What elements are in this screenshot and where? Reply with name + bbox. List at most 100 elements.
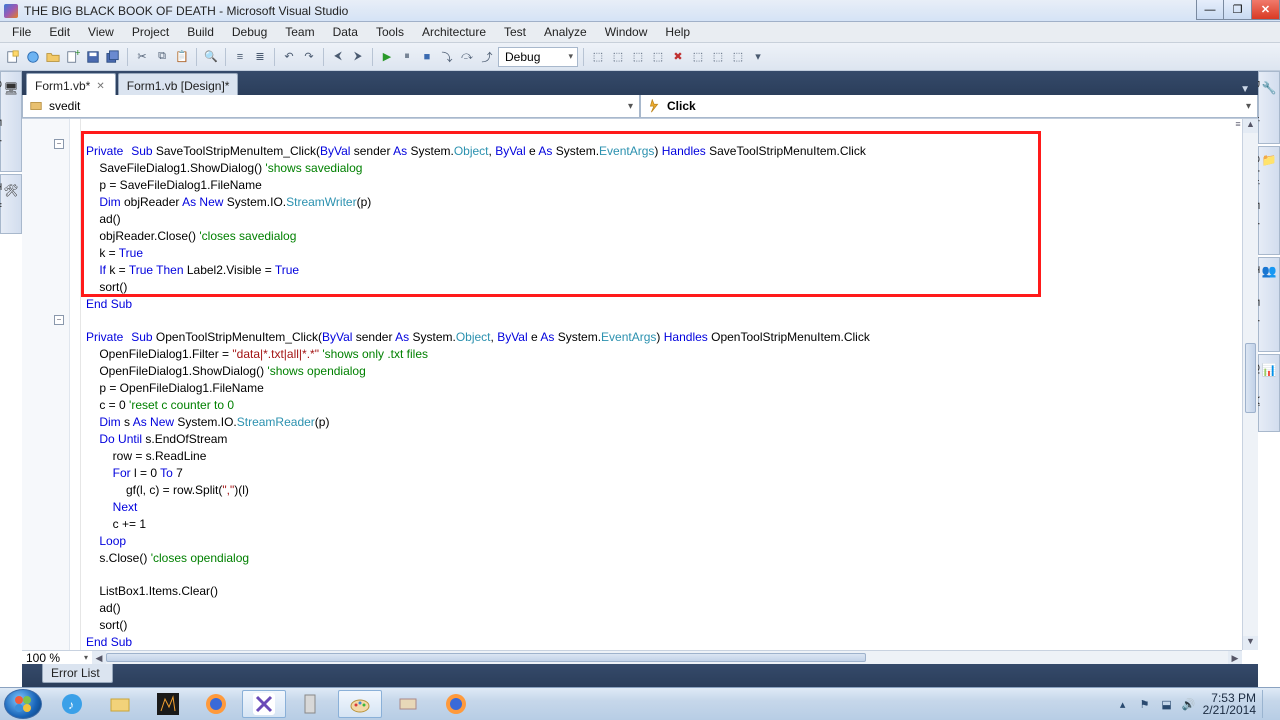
cut-button[interactable]: ✂ <box>133 48 151 66</box>
toolbar-separator <box>274 48 275 66</box>
nav-back-button[interactable]: ⮜ <box>329 48 347 66</box>
menu-help[interactable]: Help <box>657 23 698 41</box>
menu-analyze[interactable]: Analyze <box>536 23 595 41</box>
vscroll-thumb[interactable] <box>1245 343 1256 413</box>
scroll-left-icon[interactable]: ◀ <box>92 651 106 664</box>
menu-debug[interactable]: Debug <box>224 23 275 41</box>
toolbar-separator <box>196 48 197 66</box>
tray-flag-icon[interactable]: ⚑ <box>1137 696 1153 712</box>
copy-button[interactable]: ⧉ <box>153 48 171 66</box>
tray-clock[interactable]: 7:53 PM 2/21/2014 <box>1203 692 1256 716</box>
toolbar: + ✂ ⧉ 📋 🔍 ≡ ≣ ↶ ↷ ⮜ ⮞ ▶ ⏸ ■ ⤵ ⤼ ⤴ Debug … <box>0 43 1280 71</box>
taskbar-app2-icon[interactable] <box>290 690 334 718</box>
tool-button-1[interactable]: ⬚ <box>589 48 607 66</box>
server-explorer-tab[interactable]: 🖥Server Explorer <box>0 71 22 172</box>
config-label: Debug <box>505 50 540 64</box>
taskbar-firefox2-icon[interactable] <box>434 690 478 718</box>
tool-button-3[interactable]: ⬚ <box>629 48 647 66</box>
classview-icon: 📊 <box>1262 363 1276 377</box>
tool-button-7[interactable]: ⬚ <box>709 48 727 66</box>
save-button[interactable] <box>84 48 102 66</box>
taskbar-app1-icon[interactable] <box>146 690 190 718</box>
undo-button[interactable]: ↶ <box>280 48 298 66</box>
toolbox-tab[interactable]: 🛠Toolbox <box>0 174 22 233</box>
tab-close-icon[interactable]: ✕ <box>94 81 106 92</box>
tool-button-5[interactable]: ✖ <box>669 48 687 66</box>
menu-tools[interactable]: Tools <box>368 23 412 41</box>
open-file-button[interactable] <box>44 48 62 66</box>
uncomment-button[interactable]: ≣ <box>251 48 269 66</box>
show-desktop-button[interactable] <box>1262 690 1270 718</box>
menu-edit[interactable]: Edit <box>41 23 78 41</box>
tab-form1-design[interactable]: Form1.vb [Design]* <box>118 73 239 95</box>
menu-view[interactable]: View <box>80 23 122 41</box>
outline-collapse-icon[interactable]: − <box>54 315 64 325</box>
member-dropdown[interactable]: Click <box>640 95 1258 118</box>
tabs-dropdown-icon[interactable]: ▼ <box>1232 84 1258 95</box>
start-debug-button[interactable]: ▶ <box>378 48 396 66</box>
error-list-tab[interactable]: Error List <box>42 664 113 683</box>
code-editor[interactable]: − − ≡ Private Sub SaveToolStripMenuItem_… <box>22 119 1258 664</box>
tray-network-icon[interactable]: ⬓ <box>1159 696 1175 712</box>
taskbar-app3-icon[interactable] <box>386 690 430 718</box>
team-explorer-tab[interactable]: 👥Team Explorer <box>1258 257 1280 352</box>
redo-button[interactable]: ↷ <box>300 48 318 66</box>
step-out-button[interactable]: ⤴ <box>478 48 496 66</box>
menu-build[interactable]: Build <box>179 23 222 41</box>
tool-button-6[interactable]: ⬚ <box>689 48 707 66</box>
menu-test[interactable]: Test <box>496 23 534 41</box>
solution-explorer-tab[interactable]: 📁Solution Explorer <box>1258 146 1280 255</box>
new-website-button[interactable] <box>24 48 42 66</box>
pause-debug-button[interactable]: ⏸ <box>398 48 416 66</box>
menu-project[interactable]: Project <box>124 23 177 41</box>
class-icon <box>29 99 43 113</box>
new-project-button[interactable] <box>4 48 22 66</box>
hscroll-thumb[interactable] <box>106 653 866 662</box>
tool-button-8[interactable]: ⬚ <box>729 48 747 66</box>
menu-file[interactable]: File <box>4 23 39 41</box>
scroll-right-icon[interactable]: ▶ <box>1228 651 1242 664</box>
toolbar-overflow[interactable]: ▾ <box>749 48 767 66</box>
taskbar-firefox-icon[interactable] <box>194 690 238 718</box>
menu-data[interactable]: Data <box>325 23 366 41</box>
save-all-button[interactable] <box>104 48 122 66</box>
vertical-scrollbar[interactable]: ▲ ▼ <box>1242 119 1258 650</box>
toolbox-icon: 🛠 <box>4 183 18 197</box>
step-over-button[interactable]: ⤼ <box>458 48 476 66</box>
horizontal-scrollbar[interactable]: ◀ ▶ <box>92 650 1242 664</box>
close-button[interactable]: ✕ <box>1252 0 1280 20</box>
taskbar-paint-icon[interactable] <box>338 690 382 718</box>
class-dropdown[interactable]: svedit <box>22 95 640 118</box>
solution-config-dropdown[interactable]: Debug <box>498 47 578 67</box>
properties-tab[interactable]: 🔧Properties <box>1258 71 1280 144</box>
taskbar-explorer-icon[interactable] <box>98 690 142 718</box>
tool-button-2[interactable]: ⬚ <box>609 48 627 66</box>
maximize-button[interactable]: ❐ <box>1224 0 1252 20</box>
step-into-button[interactable]: ⤵ <box>438 48 456 66</box>
menu-window[interactable]: Window <box>597 23 656 41</box>
tray-volume-icon[interactable]: 🔊 <box>1181 696 1197 712</box>
add-item-button[interactable]: + <box>64 48 82 66</box>
outline-collapse-icon[interactable]: − <box>54 139 64 149</box>
find-button[interactable]: 🔍 <box>202 48 220 66</box>
paste-button[interactable]: 📋 <box>173 48 191 66</box>
tool-button-4[interactable]: ⬚ <box>649 48 667 66</box>
taskbar-visualstudio-icon[interactable] <box>242 690 286 718</box>
comment-button[interactable]: ≡ <box>231 48 249 66</box>
tab-form1-vb[interactable]: Form1.vb*✕ <box>26 73 116 95</box>
minimize-button[interactable]: — <box>1196 0 1224 20</box>
start-button[interactable] <box>4 689 42 719</box>
svg-text:♪: ♪ <box>68 698 74 712</box>
scroll-down-icon[interactable]: ▼ <box>1243 636 1258 650</box>
zoom-dropdown[interactable]: 100 % <box>22 650 92 664</box>
tab-label: Form1.vb [Design]* <box>127 79 230 93</box>
class-view-tab[interactable]: 📊Class View <box>1258 354 1280 431</box>
menu-architecture[interactable]: Architecture <box>414 23 494 41</box>
stop-debug-button[interactable]: ■ <box>418 48 436 66</box>
nav-fwd-button[interactable]: ⮞ <box>349 48 367 66</box>
taskbar-itunes-icon[interactable]: ♪ <box>50 690 94 718</box>
code-text[interactable]: Private Sub SaveToolStripMenuItem_Click(… <box>86 127 1242 700</box>
tray-expand-icon[interactable]: ▴ <box>1115 696 1131 712</box>
scroll-up-icon[interactable]: ▲ <box>1243 119 1258 133</box>
menu-team[interactable]: Team <box>277 23 322 41</box>
